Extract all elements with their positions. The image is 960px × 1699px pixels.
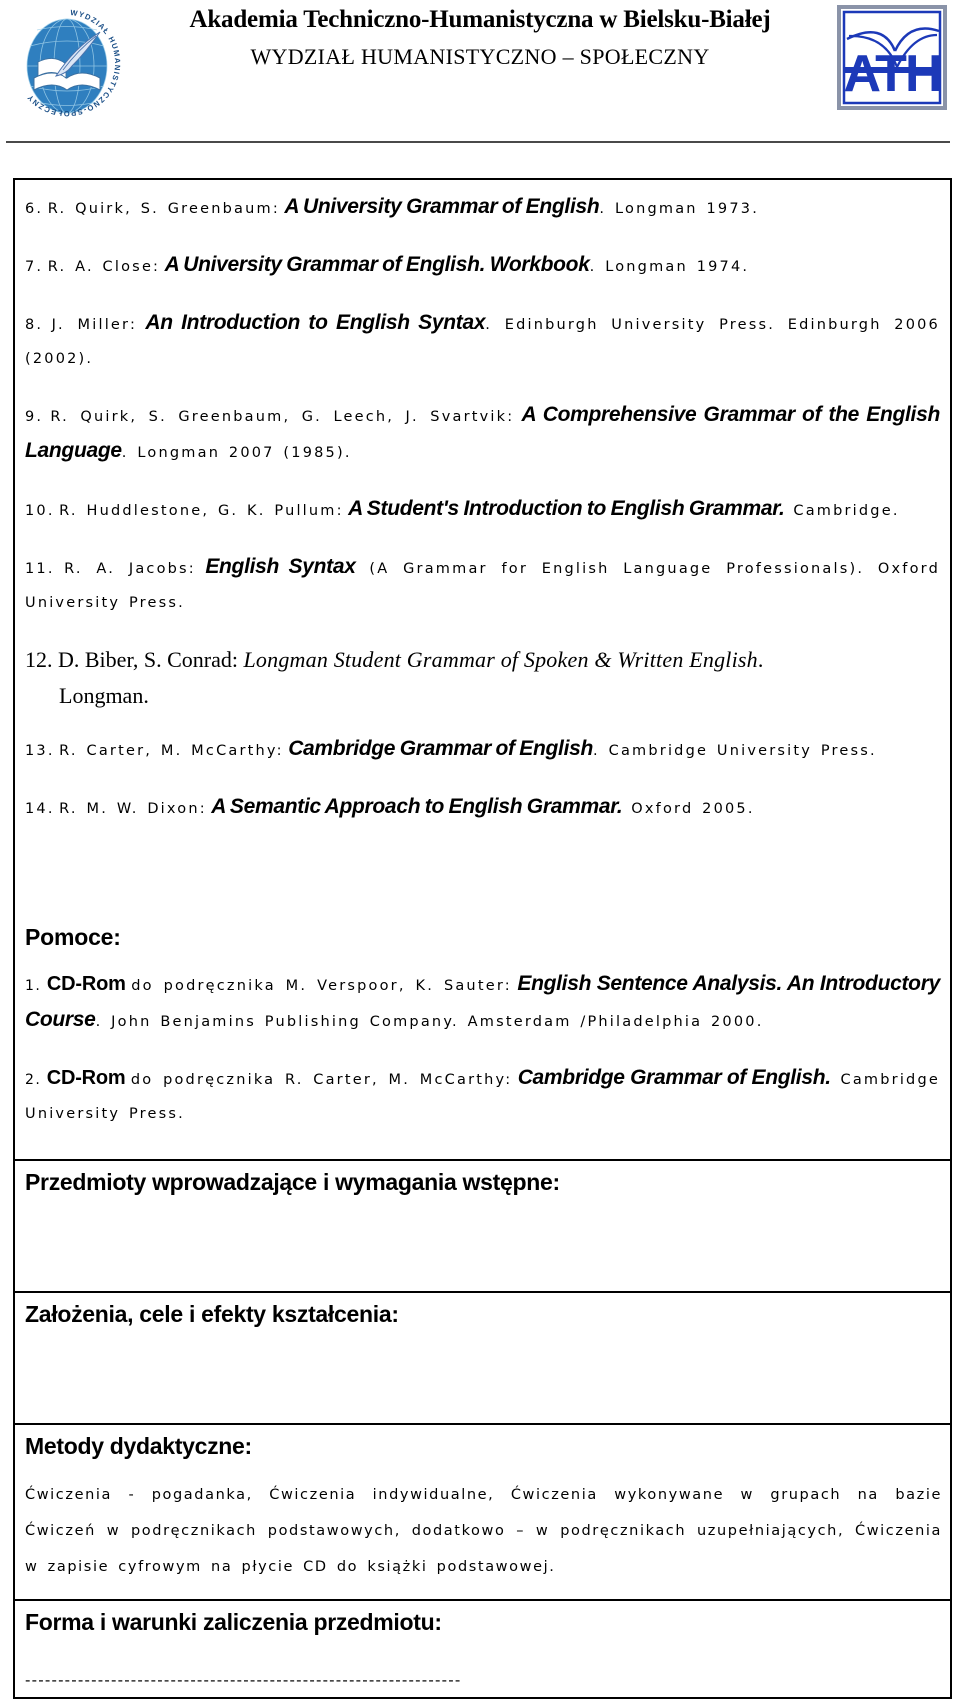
university-title: Akademia Techniczno-Humanistyczna w Biel… xyxy=(189,6,771,33)
metody-body-text: Ćwiczenia - pogadanka, Ćwiczenia indywid… xyxy=(25,1487,942,1575)
reference-item: 11. R. A. Jacobs: English Syntax (A Gram… xyxy=(25,550,940,620)
reference-item: 6. R. Quirk, S. Greenbaum: A University … xyxy=(25,190,940,226)
section-heading: Założenia, cele i efekty kształcenia: xyxy=(25,1301,399,1327)
ref-rest: . xyxy=(757,647,764,672)
ref-authors: R. Quirk, S. Greenbaum: xyxy=(47,201,280,217)
ref-authors: R. Quirk, S. Greenbaum, G. Leech, J. Sva… xyxy=(50,409,515,425)
svg-text:ATH: ATH xyxy=(843,45,940,103)
ref-title: A University Grammar of English. Workboo… xyxy=(164,253,590,276)
reference-item: 9. R. Quirk, S. Greenbaum, G. Leech, J. … xyxy=(25,398,940,470)
ref-num: 10. xyxy=(25,503,55,519)
section-heading: Forma i warunki zaliczenia przedmiotu: xyxy=(25,1609,442,1635)
ref-num: 8. xyxy=(25,317,44,333)
pomoce-media: CD-Rom xyxy=(46,1067,126,1089)
faculty-title: WYDZIAŁ HUMANISTYCZNO – SPOŁECZNY xyxy=(250,44,710,69)
pomoce-rest: . John Benjamins Publishing Company. Ams… xyxy=(95,1014,764,1030)
bibliography-list: 6. R. Quirk, S. Greenbaum: A University … xyxy=(15,180,950,1159)
section-body: Metody dydaktyczne: Ćwiczenia - pogadank… xyxy=(15,1425,950,1599)
ref-rest: Cambridge. xyxy=(784,503,900,519)
section-empty-space[interactable] xyxy=(25,1329,942,1415)
ref-num: 7. xyxy=(25,259,44,275)
ref-num: 14. xyxy=(25,801,55,817)
section-body: Forma i warunki zaliczenia przedmiotu: -… xyxy=(15,1601,950,1697)
section-heading: Przedmioty wprowadzające i wymagania wst… xyxy=(25,1169,560,1195)
ref-num: 12. xyxy=(25,647,53,672)
reference-item: 10. R. Huddlestone, G. K. Pullum: A Stud… xyxy=(25,492,940,528)
ref-title: A University Grammar of English xyxy=(284,195,600,218)
ref-authors: R. A. Close: xyxy=(47,259,161,275)
ref-title: A Semantic Approach to English Grammar. xyxy=(211,795,623,818)
pomoce-lead: do podręcznika M. Verspoor, K. Sauter: xyxy=(131,978,512,994)
ref-rest: . Longman 1974. xyxy=(589,259,750,275)
ref-title: Longman Student Grammar of Spoken & Writ… xyxy=(243,647,758,672)
syllabus-table: 6. R. Quirk, S. Greenbaum: A University … xyxy=(13,178,952,1699)
section-heading: Metody dydaktyczne: xyxy=(25,1433,252,1459)
pomoce-num: 1. xyxy=(25,978,42,994)
pomoce-media: CD-Rom xyxy=(46,973,126,995)
pomoce-heading: Pomoce: xyxy=(25,924,121,950)
pomoce-num: 2. xyxy=(25,1072,42,1088)
section-przedmioty-wprowadzajace: Przedmioty wprowadzające i wymagania wst… xyxy=(15,1161,950,1293)
ref-rest: . Longman 2007 (1985). xyxy=(121,445,352,461)
ref-rest: . Cambridge University Press. xyxy=(593,743,877,759)
ref-continuation: Longman. xyxy=(59,683,149,708)
ref-authors: R. Huddlestone, G. K. Pullum: xyxy=(59,503,344,519)
reference-item: 13. R. Carter, M. McCarthy: Cambridge Gr… xyxy=(25,732,940,768)
pomoce-item: 1. CD-Rom do podręcznika M. Verspoor, K.… xyxy=(25,967,940,1039)
pomoce-title: Cambridge Grammar of English. xyxy=(517,1066,831,1089)
ref-num: 13. xyxy=(25,743,55,759)
biblio-spacer xyxy=(25,848,940,922)
ref-num: 6. xyxy=(25,201,44,217)
ref-title: English Syntax xyxy=(205,555,356,578)
ref-num: 9. xyxy=(25,409,44,425)
ref-title: An Introduction to English Syntax xyxy=(145,311,486,334)
section-body: Przedmioty wprowadzające i wymagania wst… xyxy=(15,1161,950,1291)
ref-rest: . Longman 1973. xyxy=(599,201,760,217)
reference-item-serif: 12. D. Biber, S. Conrad: Longman Student… xyxy=(25,642,940,714)
section-forma-warunki: Forma i warunki zaliczenia przedmiotu: -… xyxy=(15,1601,950,1697)
pomoce-item: 2. CD-Rom do podręcznika R. Carter, M. M… xyxy=(25,1061,940,1131)
ref-authors: D. Biber, S. Conrad: xyxy=(58,647,238,672)
faculty-seal-logo: WYDZIAŁ HUMANISTYCZNO-SPOŁECZNY xyxy=(8,4,126,122)
header-divider-rule xyxy=(6,141,950,143)
header-title-block: Akademia Techniczno-Humanistyczna w Biel… xyxy=(130,4,830,72)
reference-item: 14. R. M. W. Dixon: A Semantic Approach … xyxy=(25,790,940,826)
ref-rest: Oxford 2005. xyxy=(622,801,755,817)
bibliography-section: 6. R. Quirk, S. Greenbaum: A University … xyxy=(15,180,950,1161)
ref-title: A Student's Introduction to English Gram… xyxy=(348,497,785,520)
page-header: WYDZIAŁ HUMANISTYCZNO-SPOŁECZNY Akademia… xyxy=(0,0,960,144)
reference-item: 8. J. Miller: An Introduction to English… xyxy=(25,306,940,376)
dashed-separator-line: ----------------------------------------… xyxy=(25,1671,462,1689)
ref-authors: R. M. W. Dixon: xyxy=(59,801,207,817)
ref-authors: J. Miller: xyxy=(51,317,138,333)
ref-authors: R. A. Jacobs: xyxy=(64,561,196,577)
ref-title: Cambridge Grammar of English xyxy=(288,737,594,760)
ref-num: 11. xyxy=(25,561,55,577)
section-zalozenia-cele: Założenia, cele i efekty kształcenia: xyxy=(15,1293,950,1425)
ath-logo: ATH xyxy=(837,5,947,110)
reference-item: 7. R. A. Close: A University Grammar of … xyxy=(25,248,940,284)
section-metody-dydaktyczne: Metody dydaktyczne: Ćwiczenia - pogadank… xyxy=(15,1425,950,1601)
pomoce-lead: do podręcznika R. Carter, M. McCarthy: xyxy=(130,1072,513,1088)
section-body: Założenia, cele i efekty kształcenia: xyxy=(15,1293,950,1423)
section-empty-space[interactable] xyxy=(25,1197,942,1283)
ref-authors: R. Carter, M. McCarthy: xyxy=(59,743,284,759)
